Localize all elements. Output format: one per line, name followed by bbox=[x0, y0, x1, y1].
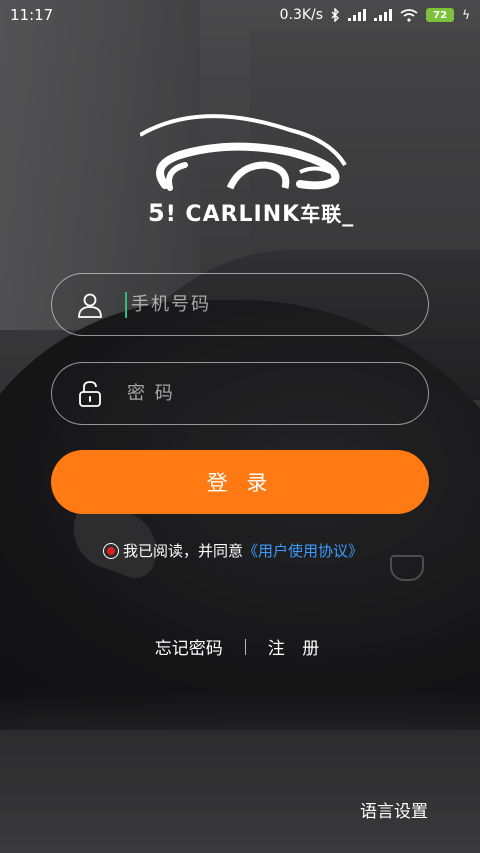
account-links: 忘记密码 注 册 bbox=[0, 634, 480, 659]
text-cursor bbox=[125, 291, 127, 318]
agreement-radio[interactable] bbox=[103, 542, 119, 559]
status-time: 11:17 bbox=[10, 6, 54, 24]
logo-brand: CARLINK bbox=[185, 202, 301, 227]
user-agreement-link[interactable]: 《用户使用协议》 bbox=[243, 540, 363, 561]
status-icons: 0.3K/s 72 ϟ bbox=[280, 7, 470, 23]
lock-icon bbox=[75, 379, 105, 409]
battery-icon: 72 bbox=[426, 8, 455, 22]
password-field[interactable] bbox=[51, 362, 429, 425]
forgot-password-link[interactable]: 忘记密码 bbox=[155, 634, 223, 659]
radio-dot bbox=[107, 546, 115, 555]
wifi-icon bbox=[400, 8, 418, 22]
login-button[interactable]: 登 录 bbox=[51, 450, 429, 514]
login-screen: 11:17 0.3K/s 72 ϟ 5! CARLINK车联_ 手机号码 登 录… bbox=[0, 0, 480, 853]
carlink-logo-text: 5! CARLINK车联_ bbox=[148, 198, 354, 227]
charging-icon: ϟ bbox=[462, 8, 470, 22]
signal-icon bbox=[348, 9, 367, 21]
phone-field[interactable] bbox=[51, 273, 429, 336]
bluetooth-icon bbox=[331, 8, 340, 22]
logo-number: 5 bbox=[148, 199, 166, 227]
language-setting-link[interactable]: 语言设置 bbox=[360, 797, 428, 822]
phone-input[interactable] bbox=[129, 293, 428, 316]
logo-underscore-icon: _ bbox=[342, 202, 355, 227]
register-link[interactable]: 注 册 bbox=[268, 634, 325, 659]
user-icon bbox=[75, 290, 105, 320]
signal-icon-2 bbox=[374, 9, 393, 21]
logo-exclaim-icon: ! bbox=[165, 202, 177, 227]
logo-brand-cn: 车联 bbox=[300, 202, 343, 226]
password-input[interactable] bbox=[125, 382, 428, 405]
links-divider bbox=[244, 638, 246, 655]
agreement-row: 我已阅读，并同意 《用户使用协议》 bbox=[103, 540, 363, 561]
network-speed: 0.3K/s bbox=[279, 7, 324, 23]
status-bar: 11:17 0.3K/s 72 ϟ bbox=[0, 0, 480, 30]
agreement-text: 我已阅读，并同意 bbox=[123, 542, 244, 560]
